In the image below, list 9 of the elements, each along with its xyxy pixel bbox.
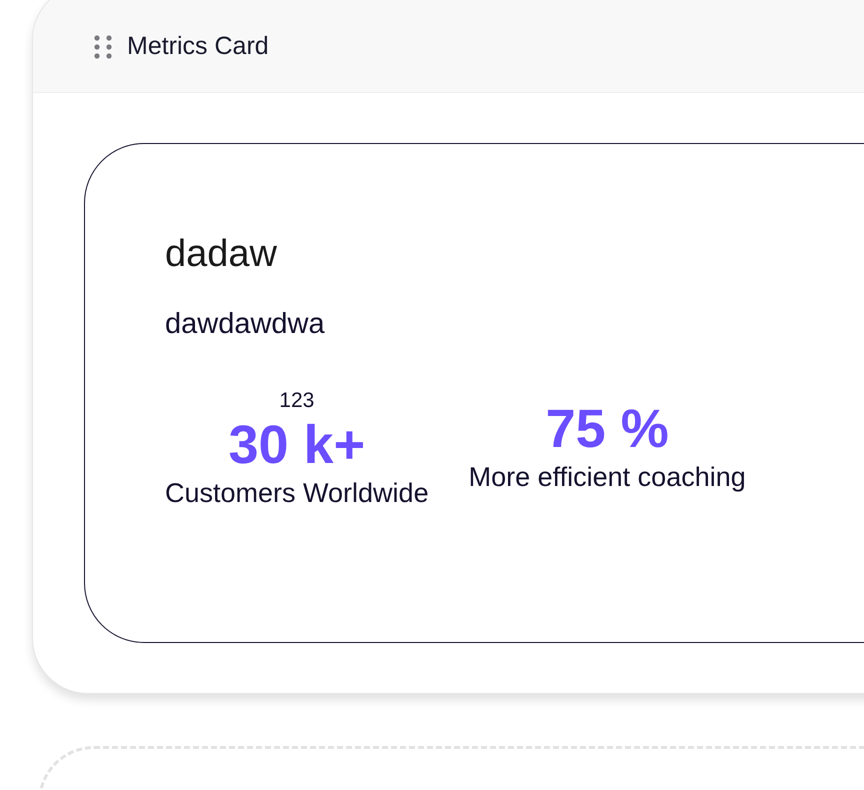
card-heading: dadaw bbox=[165, 232, 278, 276]
metric-value: 75 % bbox=[546, 398, 669, 460]
metric-label: 123 bbox=[279, 388, 314, 414]
metric-caption: Customers Worldwide bbox=[165, 477, 429, 510]
metric-caption: More efficient coaching bbox=[468, 461, 746, 494]
drag-handle-icon[interactable] bbox=[93, 34, 113, 60]
card-subheading: dawdawdwa bbox=[165, 307, 326, 342]
metric-value: 30 k+ bbox=[228, 414, 366, 476]
panel-title: Metrics Card bbox=[127, 30, 269, 62]
